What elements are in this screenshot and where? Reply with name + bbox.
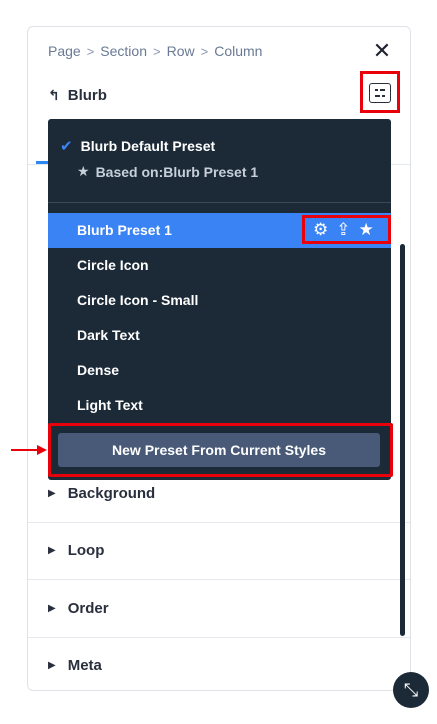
section-label: Order [67,600,109,617]
resize-icon[interactable]: ⤡ [393,672,429,708]
divider [48,202,391,203]
preset-item-label: Circle Icon - Small [77,292,199,308]
caret-right-icon: ▶ [48,660,56,671]
preset-item-light-text[interactable]: Light Text [48,388,391,423]
breadcrumb-separator: > [200,43,209,59]
divider [28,637,410,638]
section-loop[interactable]: ▶ Loop [48,542,104,559]
preset-item-dark-text[interactable]: Dark Text [48,318,391,353]
section-label: Meta [67,657,102,674]
breadcrumb: Page > Section > Row > Column [48,43,262,59]
module-title-row: ↰ Blurb [48,87,107,104]
preset-item-circle-icon[interactable]: Circle Icon [48,248,391,283]
based-on-info: ★ Based on:Blurb Preset 1 [77,163,258,180]
breadcrumb-row[interactable]: Row [167,43,195,59]
section-order[interactable]: ▶ Order [48,600,109,617]
breadcrumb-section[interactable]: Section [100,43,147,59]
preset-item-label: Light Text [77,397,143,413]
breadcrumb-page[interactable]: Page [48,43,81,59]
breadcrumb-column[interactable]: Column [214,43,262,59]
export-icon[interactable]: ⇪ [336,220,350,240]
arrow-right-icon [11,445,47,455]
caret-right-icon: ▶ [48,545,56,556]
based-on-label: Based on:Blurb Preset 1 [95,163,259,180]
scrollbar[interactable] [400,244,405,636]
checkmark-icon: ✔ [60,138,73,155]
preset-item-label: Dark Text [77,327,140,343]
preset-item-label: Dense [77,362,120,378]
preset-item-circle-icon-small[interactable]: Circle Icon - Small [48,283,391,318]
default-preset[interactable]: ✔ Blurb Default Preset [60,137,215,155]
default-preset-label: Blurb Default Preset [80,138,216,154]
section-label: Background [67,485,156,502]
caret-right-icon: ▶ [48,488,56,499]
preset-item-label: Blurb Preset 1 [77,222,172,238]
section-background[interactable]: ▶ Background [48,485,155,502]
divider [28,522,410,523]
preset-item-label: Circle Icon [77,257,149,273]
preset-item-dense[interactable]: Dense [48,353,391,388]
close-icon[interactable]: ✕ [372,40,392,62]
caret-right-icon: ▶ [48,603,56,614]
section-meta[interactable]: ▶ Meta [48,657,102,674]
preset-dropdown-menu: ✔ Blurb Default Preset ★ Based on:Blurb … [48,119,393,480]
module-title: Blurb [67,87,107,104]
star-icon: ★ [77,163,90,179]
star-icon[interactable]: ★ [359,220,374,240]
new-preset-button[interactable]: New Preset From Current Styles [58,433,380,467]
preset-toggle-icon[interactable] [369,83,391,103]
divider [28,579,410,580]
gear-icon[interactable]: ⚙ [313,220,328,240]
back-icon[interactable]: ↰ [48,87,60,104]
breadcrumb-separator: > [153,43,161,59]
breadcrumb-separator: > [86,43,95,59]
preset-item-actions: ⚙ ⇪ ★ [313,220,374,240]
section-label: Loop [67,542,105,559]
